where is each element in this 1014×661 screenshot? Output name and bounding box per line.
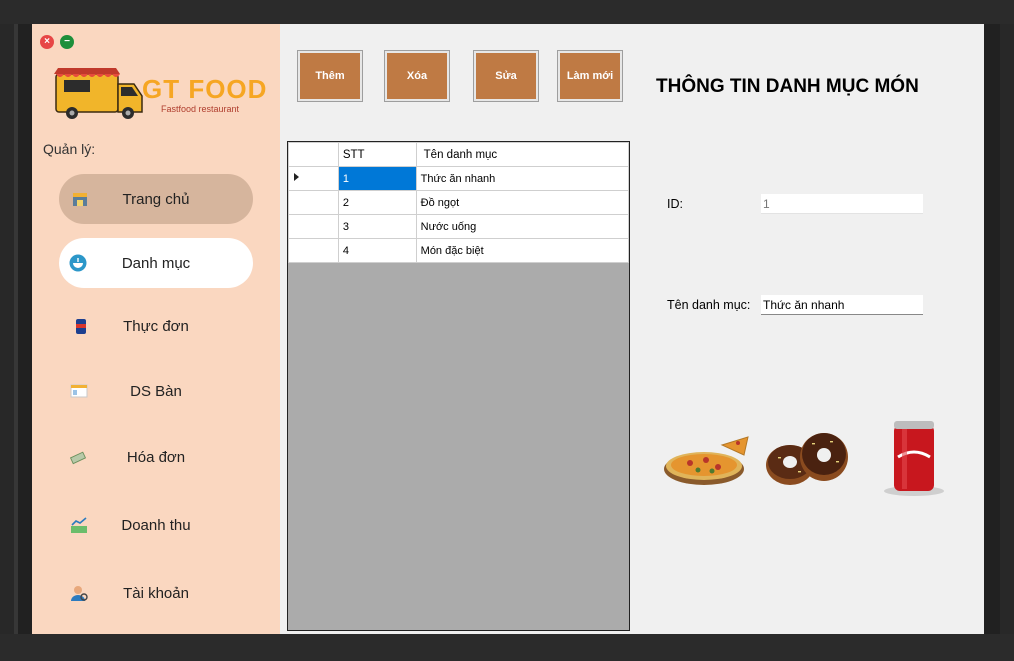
row-selector[interactable] bbox=[288, 190, 339, 215]
delete-button[interactable]: Xóa bbox=[384, 50, 450, 102]
cell-stt[interactable]: 4 bbox=[337, 238, 417, 263]
cell-name[interactable]: Đồ ngọt bbox=[415, 190, 630, 215]
sidebar-item-tables[interactable]: DS Bàn bbox=[59, 366, 253, 416]
panel-title: THÔNG TIN DANH MỤC MÓN bbox=[656, 76, 919, 97]
row-selector[interactable] bbox=[288, 238, 339, 263]
sidebar-item-label: Doanh thu bbox=[121, 516, 191, 534]
sidebar-item-label: DS Bàn bbox=[130, 382, 182, 400]
column-header-stt[interactable]: STT bbox=[337, 142, 417, 167]
cell-name[interactable]: Món đặc biệt bbox=[415, 238, 630, 263]
home-store-icon bbox=[71, 190, 89, 208]
row-selector[interactable] bbox=[288, 214, 339, 239]
minimize-icon[interactable]: − bbox=[60, 35, 74, 49]
id-label: ID: bbox=[667, 197, 683, 211]
row-selector[interactable] bbox=[288, 166, 339, 191]
table-row[interactable]: 1 Thức ăn nhanh bbox=[288, 166, 630, 191]
cola-can-image bbox=[884, 421, 944, 496]
id-field[interactable]: 1 bbox=[761, 194, 923, 214]
cell-stt[interactable]: 1 bbox=[337, 166, 417, 191]
add-button[interactable]: Thêm bbox=[297, 50, 363, 102]
sidebar-item-invoices[interactable]: Hóa đơn bbox=[59, 432, 253, 482]
close-icon[interactable]: × bbox=[40, 35, 54, 49]
table-list-icon bbox=[70, 382, 88, 400]
sidebar-item-revenue[interactable]: Doanh thu bbox=[59, 500, 253, 550]
table-row[interactable]: 3 Nước uống bbox=[288, 214, 630, 239]
sidebar-item-label: Danh mục bbox=[121, 254, 191, 272]
category-name-label: Tên danh mục: bbox=[667, 298, 751, 312]
sidebar: × − GT FOOD Fastfood restaurant Quản lý:… bbox=[32, 24, 280, 634]
sidebar-item-label: Tài khoản bbox=[123, 584, 189, 602]
category-name-field[interactable]: Thức ăn nhanh bbox=[761, 295, 923, 315]
revenue-chart-icon bbox=[70, 516, 88, 534]
desktop-top-strip bbox=[0, 0, 1014, 24]
cash-bill-icon bbox=[69, 448, 87, 466]
edit-button[interactable]: Sửa bbox=[473, 50, 539, 102]
table-row[interactable]: 2 Đồ ngọt bbox=[288, 190, 630, 215]
logo-subtitle: Fastfood restaurant bbox=[161, 104, 240, 114]
soda-can-icon bbox=[72, 317, 90, 335]
user-account-icon bbox=[70, 584, 88, 602]
sidebar-item-account[interactable]: Tài khoản bbox=[59, 568, 253, 618]
column-header-name[interactable]: Tên danh mục bbox=[415, 142, 630, 167]
manage-label: Quản lý: bbox=[43, 141, 96, 157]
category-grid[interactable]: STT Tên danh mục 1 Thức ăn nhanh 2 Đồ ng… bbox=[287, 141, 630, 631]
current-row-arrow-icon bbox=[294, 173, 299, 181]
table-row[interactable]: 4 Món đặc biệt bbox=[288, 238, 630, 263]
refresh-button[interactable]: Làm mới bbox=[557, 50, 623, 102]
sidebar-item-menu[interactable]: Thực đơn bbox=[59, 301, 253, 351]
sidebar-item-home[interactable]: Trang chủ bbox=[59, 174, 253, 224]
grid-header-row: STT Tên danh mục bbox=[288, 142, 630, 167]
sidebar-item-label: Hóa đơn bbox=[126, 448, 186, 466]
donuts-image bbox=[766, 433, 848, 485]
cell-name[interactable]: Nước uống bbox=[415, 214, 630, 239]
sidebar-item-category[interactable]: Danh mục bbox=[59, 238, 253, 288]
logo-title: GT FOOD bbox=[142, 74, 268, 104]
app-window: × − GT FOOD Fastfood restaurant Quản lý:… bbox=[32, 24, 984, 634]
pizza-image bbox=[664, 436, 749, 485]
food-bowl-icon bbox=[69, 254, 87, 272]
cell-name[interactable]: Thức ăn nhanh bbox=[415, 166, 630, 191]
cell-stt[interactable]: 2 bbox=[337, 190, 417, 215]
cell-stt[interactable]: 3 bbox=[337, 214, 417, 239]
desktop-bottom-strip bbox=[0, 634, 1014, 661]
row-header-corner bbox=[288, 142, 339, 167]
